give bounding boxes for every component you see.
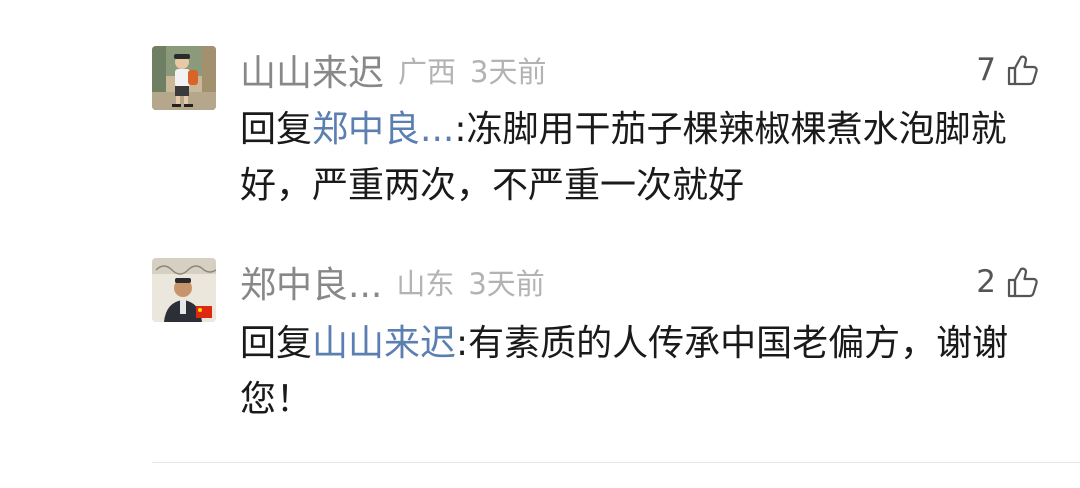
person-photo-icon <box>152 46 216 110</box>
man-portrait-icon <box>152 258 216 322</box>
divider <box>152 462 1080 463</box>
timestamp: 3天前 <box>470 55 547 89</box>
location-label: 广西 <box>398 55 457 89</box>
comment-header: 郑中良... 山东 3天前 2 <box>240 256 1040 308</box>
comment-header: 山山来迟 广西 3天前 7 <box>240 44 1040 96</box>
username[interactable]: 山山来迟 <box>240 44 384 96</box>
reply-mention[interactable]: 郑中良... <box>312 109 454 150</box>
location-label: 山东 <box>396 267 455 301</box>
reply-prefix: 回复 <box>240 323 313 364</box>
like-button[interactable]: 7 <box>976 47 1040 93</box>
timestamp: 3天前 <box>468 267 545 301</box>
like-count: 7 <box>976 52 996 88</box>
reply-prefix: 回复 <box>240 109 313 150</box>
reply-mention[interactable]: 山山来迟 <box>312 323 456 364</box>
avatar[interactable] <box>152 46 216 110</box>
comment-body: 回复山山来迟:有素质的人传承中国老偏方，谢谢您！ <box>240 316 1040 428</box>
thumbs-up-icon[interactable] <box>1006 53 1040 87</box>
like-button[interactable]: 2 <box>976 259 1040 305</box>
like-count: 2 <box>976 264 996 300</box>
avatar[interactable] <box>152 258 216 322</box>
thumbs-up-icon[interactable] <box>1006 265 1040 299</box>
username[interactable]: 郑中良... <box>240 256 382 308</box>
comment-body: 回复郑中良...:冻脚用干茄子棵辣椒棵煮水泡脚就好，严重两次，不严重一次就好 <box>240 102 1040 214</box>
